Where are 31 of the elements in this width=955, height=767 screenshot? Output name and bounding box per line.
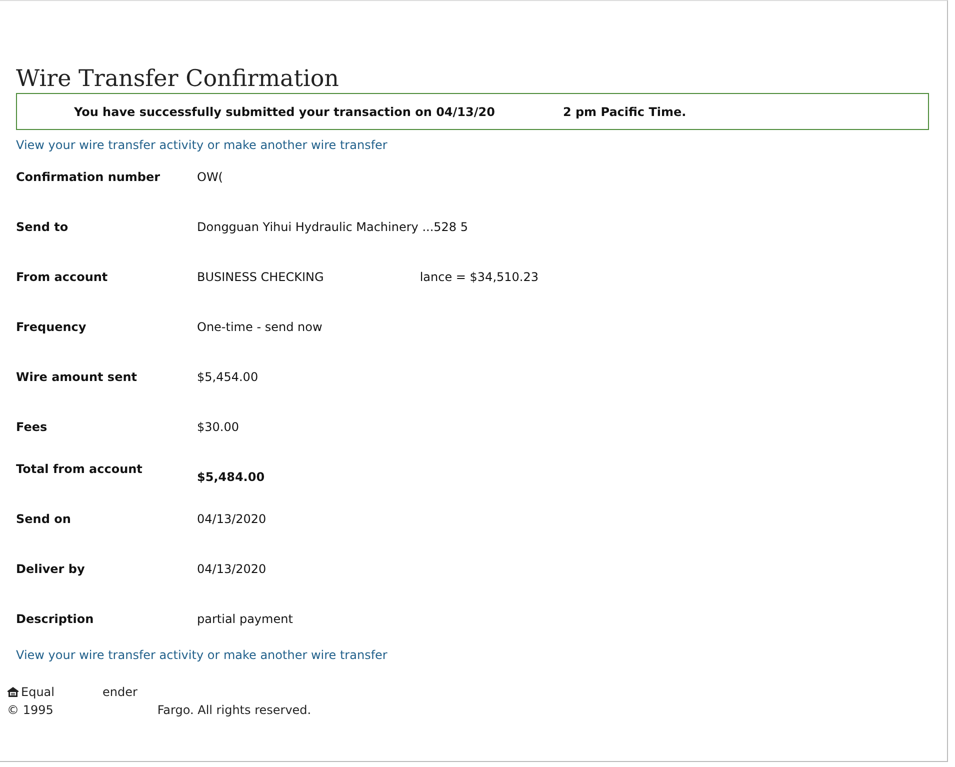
field-value: One-time - send now (197, 320, 322, 335)
field-label: Wire amount sent (16, 370, 138, 385)
field-value: $5,484.00 (197, 470, 265, 485)
field-value: $5,454.00 (197, 370, 258, 385)
equal-housing-icon (7, 686, 19, 698)
field-value: BUSINESS CHECKING (197, 270, 324, 285)
field-label: Description (16, 612, 95, 627)
field-label: Fees (16, 420, 48, 435)
footer-text: Equal (21, 685, 54, 699)
banner-text: 2 pm Pacific Time. (562, 104, 686, 118)
footer-text: ender (102, 685, 138, 699)
field-label: Deliver by (16, 562, 86, 577)
page-title: Wire Transfer Confirmation (16, 65, 340, 93)
field-value: $30.00 (197, 420, 239, 435)
field-value: lance = $34,510.23 (420, 270, 538, 285)
field-label: Total from account (16, 462, 144, 477)
banner-text: You have successfully submitted your transaction on 04/13/20 (74, 104, 495, 118)
copyright-text: © 1995 (7, 703, 54, 717)
field-label: Send on (16, 512, 72, 527)
wire-activity-link[interactable]: View your wire transfer activity or make another wire transfer (16, 648, 388, 662)
field-value: Dongguan Yihui Hydraulic Machinery ...528 5 (197, 220, 468, 235)
field-value: 04/13/2020 (197, 562, 266, 577)
field-label: Frequency (16, 320, 88, 335)
field-value: partial payment (197, 612, 293, 627)
field-label: Send to (16, 220, 70, 235)
wire-activity-link[interactable]: View your wire transfer activity or make another wire transfer (16, 138, 388, 152)
field-label: From account (16, 270, 109, 285)
copyright-text: Fargo. All rights reserved. (157, 703, 312, 717)
field-value: OW( (197, 170, 223, 185)
field-label: Confirmation number (16, 170, 162, 185)
field-value: 04/13/2020 (197, 512, 266, 527)
